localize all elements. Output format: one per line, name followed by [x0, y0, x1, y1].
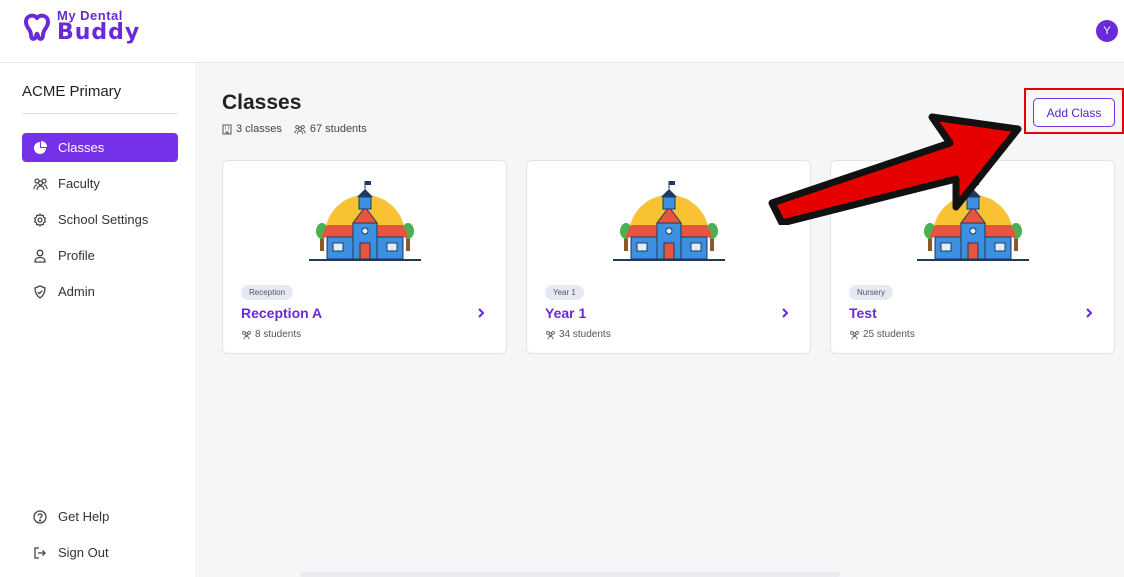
- class-student-count: 34 students: [545, 329, 611, 340]
- top-bar: My Dental Buddy Y: [0, 0, 1124, 63]
- student-count-text: 34 students: [559, 329, 611, 340]
- sidebar-item-classes[interactable]: Classes: [22, 133, 178, 162]
- sidebar-item-label: Profile: [58, 248, 95, 263]
- chevron-right-icon[interactable]: [778, 306, 792, 320]
- class-tag: Reception: [241, 285, 294, 300]
- sidebar-item-label: Sign Out: [58, 545, 109, 560]
- class-student-count: 25 students: [849, 329, 915, 340]
- help-circle-icon: [32, 509, 48, 525]
- students-count: 67 students: [309, 123, 367, 135]
- sidebar-item-sign-out[interactable]: Sign Out: [22, 538, 178, 567]
- school-name: ACME Primary: [22, 83, 122, 100]
- bottom-bar-shadow: [300, 572, 840, 577]
- school-building-illustration: [613, 181, 725, 261]
- student-count-text: 25 students: [863, 329, 915, 340]
- gear-icon: [32, 212, 48, 228]
- sidebar-item-faculty[interactable]: Faculty: [22, 169, 178, 198]
- chevron-right-icon[interactable]: [1082, 306, 1096, 320]
- sidebar: ACME Primary Classes Faculty School Sett…: [0, 63, 197, 577]
- class-card-reception-a[interactable]: Reception Reception A 8 students: [222, 160, 507, 354]
- sign-out-icon: [32, 545, 48, 561]
- class-student-count: 8 students: [241, 329, 301, 340]
- people-icon: [849, 330, 860, 340]
- class-name: Year 1: [545, 305, 587, 321]
- sidebar-item-label: School Settings: [58, 212, 149, 227]
- class-name: Test: [849, 305, 877, 321]
- shield-icon: [32, 284, 48, 300]
- user-icon: [32, 248, 48, 264]
- class-tag: Year 1: [545, 285, 584, 300]
- people-icon: [294, 124, 306, 135]
- sidebar-item-label: Admin: [58, 284, 95, 299]
- page-summary: 3 classes 67 students: [222, 123, 367, 135]
- sidebar-item-profile[interactable]: Profile: [22, 241, 178, 270]
- class-name: Reception A: [241, 305, 323, 321]
- sidebar-divider: [22, 113, 178, 114]
- sidebar-item-label: Faculty: [58, 176, 100, 191]
- sidebar-item-admin[interactable]: Admin: [22, 277, 178, 306]
- school-building-illustration: [309, 181, 421, 261]
- user-avatar[interactable]: Y: [1096, 20, 1118, 42]
- chevron-right-icon[interactable]: [474, 306, 488, 320]
- people-icon: [241, 330, 252, 340]
- building-icon: [222, 124, 232, 135]
- annotation-arrow: [768, 113, 1022, 225]
- sidebar-item-label: Classes: [58, 140, 105, 155]
- classes-count: 3 classes: [236, 123, 282, 135]
- tooth-logo-icon: [24, 13, 50, 41]
- brand-logo[interactable]: My Dental Buddy: [22, 9, 140, 44]
- page-title: Classes: [222, 91, 302, 114]
- class-tag: Nursery: [849, 285, 894, 300]
- sidebar-item-label: Get Help: [58, 509, 110, 524]
- people-icon: [32, 176, 48, 192]
- people-icon: [545, 330, 556, 340]
- brand-line-2: Buddy: [57, 20, 141, 45]
- student-count-text: 8 students: [255, 329, 302, 340]
- sidebar-item-get-help[interactable]: Get Help: [22, 502, 178, 531]
- pie-chart-icon: [32, 140, 48, 156]
- sidebar-item-school-settings[interactable]: School Settings: [22, 205, 178, 234]
